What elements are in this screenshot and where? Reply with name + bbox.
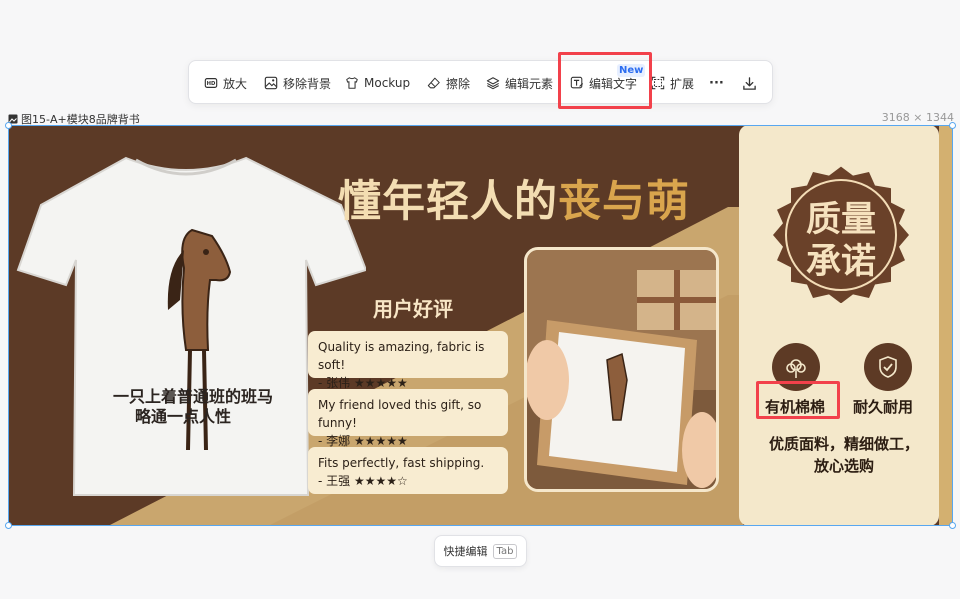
quality-panel: 质量 承诺 有机棉棉 耐久耐用 优质面料，精细做工， 放心选购 (739, 125, 939, 526)
download-button[interactable] (742, 61, 757, 105)
expand-label: 扩展 (670, 76, 695, 91)
upscale-label: 放大 (223, 76, 248, 91)
review-text: My friend loved this gift, so funny! (318, 398, 482, 430)
promise-line-1: 优质面料，精细做工， (768, 435, 919, 453)
remove-background-button[interactable]: 移除背景 (264, 61, 331, 105)
headline: 懂年轻人的丧与萌 (338, 167, 690, 229)
review-stars: ★★★★★ (353, 376, 408, 390)
review-card: Quality is amazing, fabric is soft! - 张伟… (308, 331, 508, 390)
shield-check-icon (864, 343, 912, 391)
gift-photo-illustration (527, 250, 716, 489)
reviews-title: 用户好评 (373, 297, 453, 321)
image-icon (264, 76, 278, 90)
banner-image[interactable]: 一只上着普通班的班马 略通一点人性 懂年轻人的丧与萌 用户好评 Quality … (8, 125, 953, 526)
hd-icon: HD (204, 78, 218, 88)
shirt-print-line-2: 略通一点人性 (134, 407, 231, 426)
quality-title-line-2: 承诺 (805, 241, 876, 282)
review-author: - 王强 ★★★★☆ (318, 474, 408, 488)
review-text: Quality is amazing, fabric is soft! (318, 340, 485, 372)
resize-handle[interactable] (5, 522, 12, 529)
cotton-icon (772, 343, 820, 391)
edit-elements-label: 编辑元素 (505, 76, 554, 91)
image-toolbar: HD 放大 移除背景 Mockup 擦除 编辑元素 编辑文字 扩展 ··· (188, 60, 773, 104)
resize-handle[interactable] (5, 122, 12, 129)
tshirt-icon (346, 77, 358, 89)
resize-handle[interactable] (949, 122, 956, 129)
quick-edit-button[interactable]: 快捷编辑 Tab (434, 535, 527, 567)
eraser-icon (427, 77, 440, 89)
document-dimensions: 3168 × 1344 (881, 111, 954, 124)
edit-elements-button[interactable]: 编辑元素 (486, 61, 553, 105)
headline-main: 懂年轻人的 (338, 177, 558, 227)
layers-icon (486, 77, 500, 90)
feature-durable-label: 耐久耐用 (853, 398, 914, 416)
editor-canvas: HD 放大 移除背景 Mockup 擦除 编辑元素 编辑文字 扩展 ··· Ne… (0, 0, 960, 599)
panel-edge-strip (939, 125, 953, 526)
new-badge: New (617, 64, 646, 77)
review-stars: ★★★★☆ (353, 474, 408, 488)
download-icon (743, 76, 756, 90)
remove-background-label: 移除背景 (283, 76, 332, 91)
upscale-button[interactable]: HD 放大 (204, 61, 247, 105)
more-icon: ··· (709, 75, 724, 91)
erase-label: 擦除 (446, 76, 471, 91)
review-text: Fits perfectly, fast shipping. (318, 456, 485, 470)
gift-box-photo (524, 247, 719, 492)
expand-button[interactable]: 扩展 (651, 61, 694, 105)
review-card: My friend loved this gift, so funny! - 李… (308, 389, 508, 448)
headline-accent: 丧与萌 (558, 177, 690, 227)
mockup-label: Mockup (364, 76, 411, 90)
review-card: Fits perfectly, fast shipping. - 王强 ★★★★… (308, 447, 508, 494)
feature-cotton-label: 有机棉棉 (765, 398, 826, 416)
promise-line-2: 放心选购 (813, 457, 874, 475)
expand-icon (651, 76, 665, 90)
erase-button[interactable]: 擦除 (427, 61, 470, 105)
svg-text:HD: HD (207, 81, 216, 87)
resize-handle[interactable] (949, 522, 956, 529)
more-options-button[interactable]: ··· (709, 61, 724, 105)
tab-shortcut-key: Tab (492, 543, 518, 559)
quick-edit-label: 快捷编辑 (443, 545, 488, 558)
quality-title-line-1: 质量 (805, 199, 876, 240)
text-edit-icon (570, 76, 584, 89)
edit-text-label: 编辑文字 (589, 76, 638, 91)
mockup-button[interactable]: Mockup (345, 61, 410, 105)
review-stars: ★★★★★ (353, 434, 408, 448)
